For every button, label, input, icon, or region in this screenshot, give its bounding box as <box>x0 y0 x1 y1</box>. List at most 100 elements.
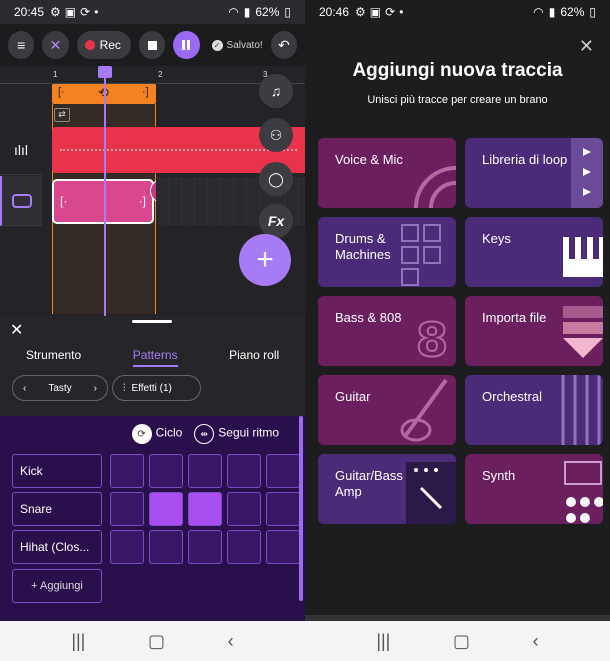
record-button[interactable]: Rec <box>76 31 131 59</box>
loop-toggle[interactable]: ⟳ Ciclo <box>131 424 182 444</box>
clip-end-handle[interactable]: ·] <box>139 194 146 208</box>
panel-tabs: Strumento Patterns Piano roll <box>0 348 305 367</box>
tab-piano-roll[interactable]: Piano roll <box>229 348 279 367</box>
instrument-panel: ✕ Strumento Patterns Piano roll ‹ Tasty … <box>0 316 305 621</box>
drum-row-label[interactable]: Kick <box>12 454 102 488</box>
music-note-icon: ♫ <box>270 83 282 99</box>
card-illustration <box>533 454 603 524</box>
effects-button[interactable]: ⫶ Effetti (1) <box>112 375 201 401</box>
recent-apps-icon[interactable]: ||| <box>376 631 390 652</box>
comment-button[interactable]: ◯ <box>259 162 293 196</box>
android-nav-bar: ||| ▢ ‹ <box>305 621 610 661</box>
battery-level: 62% <box>255 5 280 19</box>
guitar-card[interactable]: Guitar <box>318 375 456 445</box>
step-cell[interactable] <box>110 492 144 526</box>
card-illustration <box>386 138 456 208</box>
check-icon: ✓ <box>211 39 223 51</box>
card-illustration: 8 <box>386 296 456 366</box>
drum-row-label[interactable]: Snare <box>12 492 102 526</box>
ruler-mark: 2 <box>158 70 163 79</box>
clip-start-handle[interactable]: [· <box>60 194 67 208</box>
pause-button[interactable] <box>173 31 200 59</box>
import-file-card[interactable]: Importa file <box>465 296 603 366</box>
step-cell[interactable] <box>227 492 261 526</box>
step-cell[interactable] <box>188 454 222 488</box>
waveform-line <box>60 149 297 151</box>
back-icon[interactable]: ‹ <box>533 631 539 652</box>
instrument-button[interactable]: ♫ <box>259 74 293 108</box>
synth-card[interactable]: Synth <box>465 454 603 524</box>
image-icon: ▣ <box>369 5 382 19</box>
track-header-audio[interactable]: ılıl <box>0 125 42 175</box>
kit-selector[interactable]: ‹ Tasty › <box>12 375 108 401</box>
step-cell[interactable] <box>188 530 222 564</box>
status-icons: ⚙ ▣ ⟳ • <box>50 5 98 19</box>
menu-icon: ≡ <box>17 37 26 53</box>
stop-button[interactable] <box>138 31 166 59</box>
tab-patterns[interactable]: Patterns <box>132 348 178 367</box>
scrollbar[interactable] <box>299 416 303 601</box>
step-cell[interactable] <box>188 492 222 526</box>
loop-library-card[interactable]: Libreria di loop <box>465 138 603 208</box>
drum-clip[interactable]: [· ·] <box>52 179 154 224</box>
orchestral-card[interactable]: Orchestral <box>465 375 603 445</box>
home-icon[interactable]: ▢ <box>148 631 165 652</box>
fx-button[interactable]: Fx <box>259 204 293 238</box>
menu-button[interactable]: ≡ <box>8 31 35 59</box>
add-row-button[interactable]: + Aggiungi <box>12 569 102 603</box>
undo-button[interactable]: ↶ <box>270 31 297 59</box>
transport-toolbar: ≡ ✕ Rec ✓ Salvato! ↶ <box>0 24 305 66</box>
collaborate-button[interactable]: ⚇ <box>259 118 293 152</box>
close-icon[interactable]: ✕ <box>10 320 23 340</box>
keys-card[interactable]: Keys <box>465 217 603 287</box>
card-label: Libreria di loop <box>482 152 568 167</box>
step-cell[interactable] <box>227 530 261 564</box>
step-cell[interactable] <box>227 454 261 488</box>
page-subtitle: Unisci più tracce per creare un brano <box>367 94 548 106</box>
add-track-button[interactable]: + <box>239 234 291 286</box>
playhead[interactable] <box>104 66 106 316</box>
tab-strumento[interactable]: Strumento <box>26 348 81 367</box>
stop-icon <box>147 40 157 50</box>
loop-end-handle[interactable]: ·] <box>142 86 149 98</box>
card-label: Keys <box>482 231 511 246</box>
step-cell[interactable] <box>266 530 300 564</box>
recent-apps-icon[interactable]: ||| <box>71 631 85 652</box>
loop-start-handle[interactable]: [· <box>58 86 65 98</box>
chevron-right-icon[interactable]: › <box>94 383 97 394</box>
repeat-icon[interactable]: ⇄ <box>54 108 70 122</box>
step-cell[interactable] <box>149 530 183 564</box>
step-cell[interactable] <box>266 454 300 488</box>
back-icon[interactable]: ‹ <box>228 631 234 652</box>
studio-screen: 20:45 ⚙ ▣ ⟳ • ◠ ▮ 62% ▯ ≡ ✕ Rec ✓ Salvat… <box>0 0 305 661</box>
step-cell[interactable] <box>110 454 144 488</box>
drums-machines-card[interactable]: Drums & Machines <box>318 217 456 287</box>
step-cell[interactable] <box>110 530 144 564</box>
card-label: Synth <box>482 468 516 483</box>
step-cell[interactable] <box>149 454 183 488</box>
follow-toggle[interactable]: ⇹ Segui ritmo <box>194 424 279 444</box>
home-icon[interactable]: ▢ <box>453 631 470 652</box>
add-track-screen: 20:46 ⚙ ▣ ⟳ • ◠ ▮ 62% ▯ ✕ Aggiungi nuova… <box>305 0 610 661</box>
tuner-button[interactable]: ✕ <box>42 31 69 59</box>
panel-drag-handle[interactable] <box>132 320 172 323</box>
drum-row-label[interactable]: Hihat (Clos... <box>12 530 102 564</box>
kit-name: Tasty <box>48 382 72 394</box>
card-illustration <box>533 375 603 445</box>
status-bar: 20:45 ⚙ ▣ ⟳ • ◠ ▮ 62% ▯ <box>0 0 305 24</box>
dot-icon: • <box>399 5 404 19</box>
playhead-handle[interactable] <box>98 66 112 78</box>
card-label: Orchestral <box>482 389 542 404</box>
chevron-left-icon[interactable]: ‹ <box>23 383 26 394</box>
dot-icon: • <box>94 5 99 19</box>
timeline: 1 2 3 [· ⟲ ·] ⇄ ılıl [· ·] ⟳ ♫ ⚇ ◯ Fx <box>0 66 305 316</box>
close-icon[interactable]: ✕ <box>579 36 594 57</box>
comment-icon: ◯ <box>268 170 284 187</box>
bass-808-card[interactable]: 8 Bass & 808 <box>318 296 456 366</box>
step-cell[interactable] <box>266 492 300 526</box>
card-label: Drums & Machines <box>335 231 391 262</box>
guitar-bass-amp-card[interactable]: Guitar/Bass Amp <box>318 454 456 524</box>
track-header-drums[interactable] <box>0 176 42 226</box>
step-cell[interactable] <box>149 492 183 526</box>
voice-mic-card[interactable]: Voice & Mic <box>318 138 456 208</box>
